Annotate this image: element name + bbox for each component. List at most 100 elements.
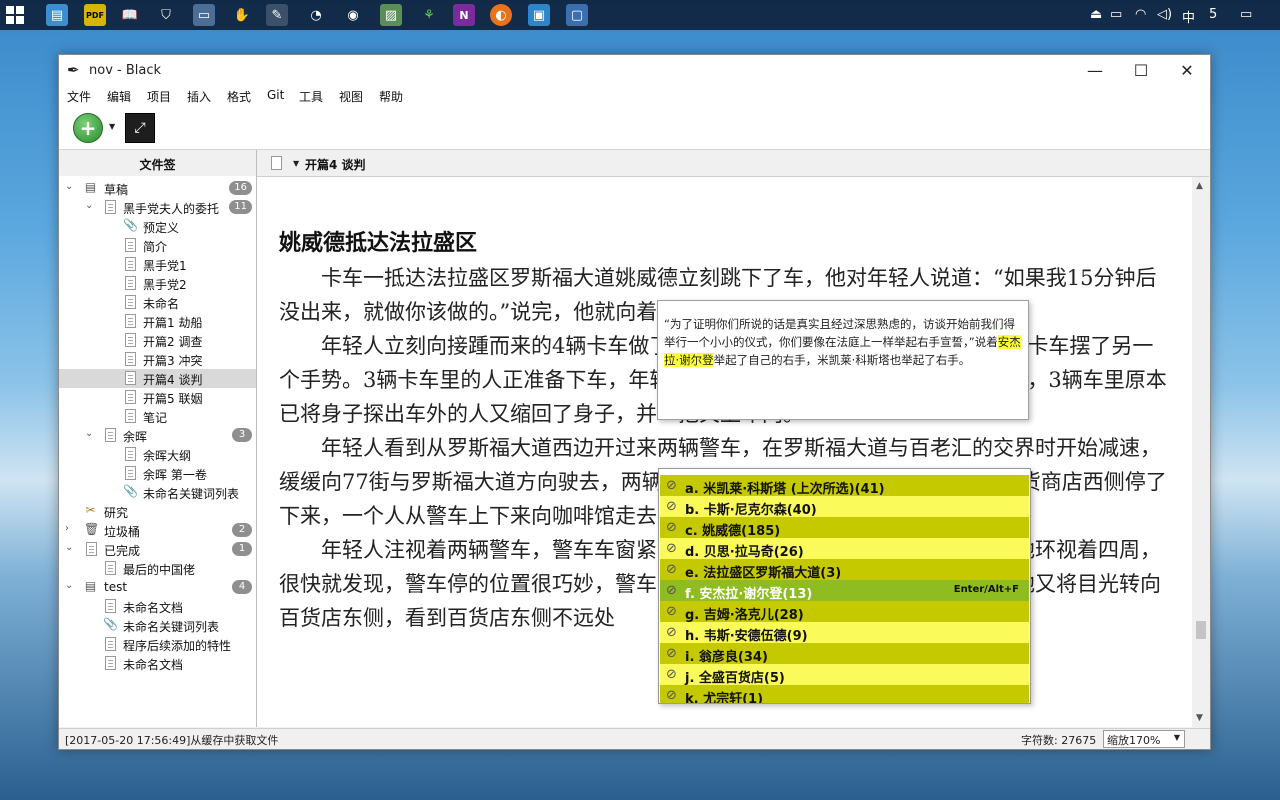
binder-item-drafts[interactable]: ⌄ ▤ 草稿 16 xyxy=(59,179,256,198)
autocomplete-item[interactable]: ⊘ d. 贝思·拉马奇(26) xyxy=(660,538,1029,560)
autocomplete-item[interactable]: ⊘ a. 米凯莱·科斯塔 (上次所选)(41) xyxy=(660,475,1029,497)
monitor-app-icon[interactable]: ▢ xyxy=(566,4,588,26)
collapsed-arrow-icon[interactable]: › xyxy=(65,523,69,534)
paperclip-icon: ⊘ xyxy=(666,625,677,640)
binder-item[interactable]: 开篇3 冲突 xyxy=(59,350,256,369)
autocomplete-label: f. 安杰拉·谢尔登(13) xyxy=(685,587,813,602)
autocomplete-item[interactable]: ⊘ b. 卡斯·尼克尔森(40) xyxy=(660,496,1029,518)
menu-view[interactable]: 视图 xyxy=(339,88,363,105)
editor-document-title[interactable]: 开篇4 谈判 xyxy=(305,156,366,173)
usb-icon[interactable]: ⏏ xyxy=(1090,7,1102,22)
wifi-icon[interactable]: ◠ xyxy=(1135,7,1146,22)
zoom-select[interactable]: 缩放170% ▼ xyxy=(1103,730,1185,748)
autocomplete-item[interactable]: ⊘ k. 尤宗轩(1) xyxy=(660,685,1029,703)
autocomplete-item[interactable]: ⊘ e. 法拉盛区罗斯福大道(3) xyxy=(660,559,1029,581)
binder-item[interactable]: 笔记 xyxy=(59,407,256,426)
expand-arrow-icon[interactable]: ⌄ xyxy=(65,580,73,591)
scroll-down-arrow-icon[interactable]: ▼ xyxy=(1196,713,1203,723)
volume-icon[interactable]: ◁) xyxy=(1157,7,1172,22)
notification-icon[interactable]: ▭ xyxy=(1240,7,1252,22)
binder-item[interactable]: 📎 未命名关键词列表 xyxy=(59,483,256,502)
autocomplete-item[interactable]: ⊘ j. 全盛百货店(5) xyxy=(660,664,1029,686)
binder-item[interactable]: 黑手党2 xyxy=(59,274,256,293)
binder-item[interactable]: 余晖 第一卷 xyxy=(59,464,256,483)
binder-item-test[interactable]: ⌄ ▤ test 4 xyxy=(59,578,256,597)
add-document-button[interactable]: + xyxy=(73,113,103,143)
autocomplete-item[interactable]: ⊘ h. 韦斯·安德伍德(9) xyxy=(660,622,1029,644)
binder-item[interactable]: 📎 未命名关键词列表 xyxy=(59,616,256,635)
binder-item[interactable]: 开篇5 联姻 xyxy=(59,388,256,407)
keyword-autocomplete-list[interactable]: ⊘ a. 米凯莱·科斯塔 (上次所选)(41) ⊘ b. 卡斯·尼克尔森(40) ⊘… xyxy=(658,468,1031,704)
menu-tools[interactable]: 工具 xyxy=(299,88,323,105)
autocomplete-item[interactable]: ⊘ g. 吉姆·洛克儿(28) xyxy=(660,601,1029,623)
autocomplete-item[interactable]: ⊘ i. 翁彦良(34) xyxy=(660,643,1029,665)
binder-item[interactable]: 最后的中国佬 xyxy=(59,559,256,578)
tooltip-text-before: “为了证明你们所说的话是真实且经过深思熟虑的，访谈开始前我们得举行一个小小的仪式… xyxy=(664,317,1015,349)
binder-item[interactable]: 开篇2 调查 xyxy=(59,331,256,350)
remote-desktop-icon[interactable]: ▭ xyxy=(193,4,215,26)
cat-app-icon[interactable]: ◔ xyxy=(305,4,327,26)
expand-arrow-icon[interactable]: ⌄ xyxy=(65,542,73,553)
paperclip-icon: 📎 xyxy=(123,218,138,232)
leaf-app-icon[interactable]: ⚘ xyxy=(418,4,440,26)
maximize-button[interactable]: ☐ xyxy=(1118,55,1164,85)
minimize-button[interactable]: — xyxy=(1072,55,1118,85)
owl-app-icon[interactable]: ◉ xyxy=(342,4,364,26)
binder-item[interactable]: 未命名文档 xyxy=(59,597,256,616)
binder-item-selected[interactable]: 开篇4 谈判 xyxy=(59,369,256,388)
menu-bar: 文件 编辑 项目 插入 格式 Git 工具 视图 帮助 xyxy=(59,85,1210,107)
count-badge: 16 xyxy=(229,181,252,195)
close-button[interactable]: ✕ xyxy=(1164,55,1210,85)
menu-project[interactable]: 项目 xyxy=(147,88,171,105)
expand-arrow-icon[interactable]: ⌄ xyxy=(85,428,93,439)
menu-help[interactable]: 帮助 xyxy=(379,88,403,105)
binder-item-trash[interactable]: › 🗑 垃圾桶 2 xyxy=(59,521,256,540)
expand-arrow-icon[interactable]: ⌄ xyxy=(85,200,93,211)
menu-format[interactable]: 格式 xyxy=(227,88,251,105)
network-app-icon[interactable]: ▣ xyxy=(528,4,550,26)
binder-item-folder[interactable]: ⌄ 黑手党夫人的委托 11 xyxy=(59,198,256,217)
document-menu-caret[interactable]: ▼ xyxy=(293,159,299,168)
scrollbar-thumb[interactable] xyxy=(1196,621,1206,639)
binder-item[interactable]: 开篇1 劫船 xyxy=(59,312,256,331)
pen-app-icon[interactable]: ✎ xyxy=(266,4,288,26)
binder-item-finished[interactable]: ⌄ 已完成 1 xyxy=(59,540,256,559)
binder-item-label: 未命名关键词列表 xyxy=(143,487,240,501)
photo-app-icon[interactable]: ▨ xyxy=(380,4,402,26)
add-dropdown-caret[interactable]: ▼ xyxy=(109,122,115,131)
menu-git[interactable]: Git xyxy=(267,88,284,102)
autocomplete-item[interactable]: ⊘ c. 姚威德(185) xyxy=(660,517,1029,539)
menu-insert[interactable]: 插入 xyxy=(187,88,211,105)
binder-item[interactable]: 📎 预定义 xyxy=(59,217,256,236)
scroll-up-arrow-icon[interactable]: ▲ xyxy=(1196,181,1203,191)
fullscreen-button[interactable]: ⤢ xyxy=(125,113,155,143)
document-icon xyxy=(271,156,282,170)
binder-item-folder[interactable]: ⌄ 余晖 3 xyxy=(59,426,256,445)
shield-app-icon[interactable]: ⛉ xyxy=(155,4,177,26)
pdf-reader-icon[interactable]: PDF xyxy=(84,4,106,26)
binder-item[interactable]: 未命名文档 xyxy=(59,654,256,673)
firefox-icon[interactable]: ◐ xyxy=(490,4,512,26)
expand-arrow-icon[interactable]: ⌄ xyxy=(65,181,73,192)
binder-item-research[interactable]: ✂ 研究 xyxy=(59,502,256,521)
menu-file[interactable]: 文件 xyxy=(67,88,91,105)
clock[interactable]: 5 xyxy=(1209,7,1217,22)
binder-item[interactable]: 程序后续添加的特性 xyxy=(59,635,256,654)
paw-app-icon[interactable]: ✋ xyxy=(231,4,253,26)
autocomplete-item-selected[interactable]: ⊘ f. 安杰拉·谢尔登(13) Enter/Alt+F xyxy=(660,580,1029,602)
autocomplete-label: e. 法拉盛区罗斯福大道(3) xyxy=(685,566,842,581)
binder-item[interactable]: 未命名 xyxy=(59,293,256,312)
book-icon[interactable]: 📖 xyxy=(119,4,141,26)
binder-item[interactable]: 黑手党1 xyxy=(59,255,256,274)
binder-item[interactable]: 简介 xyxy=(59,236,256,255)
ime-indicator[interactable]: 中 xyxy=(1182,7,1195,26)
start-button[interactable] xyxy=(6,6,24,24)
battery-icon[interactable]: ▭ xyxy=(1110,7,1122,22)
binder-item-label: 简介 xyxy=(143,240,168,254)
file-explorer-icon[interactable]: ▤ xyxy=(46,4,68,26)
document-icon xyxy=(105,656,116,670)
editor-scrollbar[interactable]: ▲ ▼ xyxy=(1193,177,1209,727)
binder-item[interactable]: 余晖大纲 xyxy=(59,445,256,464)
onenote-icon[interactable]: N xyxy=(453,4,475,26)
menu-edit[interactable]: 编辑 xyxy=(107,88,131,105)
